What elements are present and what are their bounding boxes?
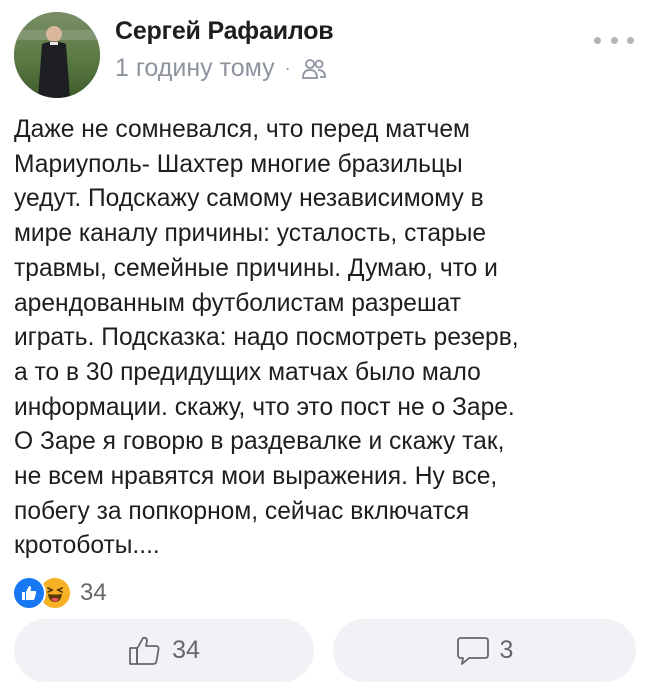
comment-bubble-icon <box>456 636 489 665</box>
like-reaction-icon <box>12 576 46 610</box>
reactions-summary[interactable]: 34 <box>12 576 107 610</box>
author-avatar[interactable] <box>14 12 100 98</box>
post-timestamp[interactable]: 1 годину тому <box>115 54 275 83</box>
comment-button[interactable]: 3 <box>333 619 636 682</box>
more-dot <box>610 36 618 44</box>
more-dot <box>594 36 601 44</box>
post-meta: 1 годину тому · <box>115 54 327 83</box>
comment-count: 3 <box>499 636 514 664</box>
post-header: Сергей Рафаилов 1 годину тому · <box>0 0 648 105</box>
more-dot <box>627 36 634 44</box>
friends-icon[interactable] <box>301 58 327 80</box>
reaction-count[interactable]: 34 <box>80 579 107 607</box>
author-name[interactable]: Сергей Рафаилов <box>115 17 334 46</box>
like-count: 34 <box>172 636 200 664</box>
post-text: Даже не сомневался, что перед матчем Мар… <box>14 116 519 560</box>
like-button[interactable]: 34 <box>14 619 314 682</box>
more-options-button[interactable] <box>594 30 634 50</box>
thumbs-up-icon <box>129 636 160 665</box>
meta-separator: · <box>284 58 291 78</box>
